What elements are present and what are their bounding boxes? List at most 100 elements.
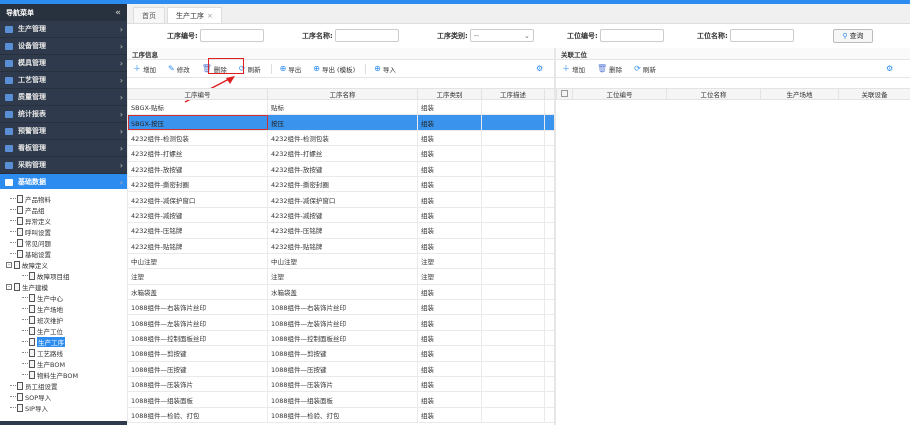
export-button[interactable]: ⊕ 导出 <box>278 62 304 76</box>
column-header[interactable]: 工序描述 <box>481 88 545 100</box>
tree-node-label: 故障项目组 <box>37 272 70 281</box>
table-row[interactable]: 4232组件-减保护窗口 4232组件-减保护窗口 组装 <box>127 191 555 208</box>
station-code-input[interactable] <box>599 29 664 42</box>
station-name-input[interactable] <box>729 29 794 42</box>
close-icon[interactable]: × <box>207 12 213 20</box>
column-header[interactable]: 生产场地 <box>760 88 839 100</box>
process-type-select[interactable]: -- ⌄ <box>469 29 534 42</box>
sidebar-item-2[interactable]: 模具管理 › <box>0 55 127 72</box>
add-button[interactable]: ＋增加 <box>131 62 158 76</box>
process-name-input[interactable] <box>334 29 399 42</box>
table-cell: 1088组件—压装饰片 <box>127 376 268 393</box>
station-add-button[interactable]: ＋增加 <box>560 62 587 76</box>
table-row[interactable]: 注塑 注塑 注塑 <box>127 268 555 285</box>
column-header[interactable]: 工位编号 <box>572 88 667 100</box>
tab-process[interactable]: 生产工序 × <box>167 7 222 23</box>
sidebar-item-0[interactable]: 生产管理 › <box>0 21 127 38</box>
tree-node[interactable]: 员工组设置 <box>0 380 127 391</box>
column-header[interactable]: 工序名称 <box>267 88 418 100</box>
sidebar-item-1[interactable]: 设备管理 › <box>0 38 127 55</box>
settings-gear-icon[interactable]: ⚙ <box>536 64 543 73</box>
table-cell <box>544 406 555 424</box>
tree-node[interactable]: 生产工序 <box>0 336 127 347</box>
collapse-toggle-icon[interactable]: - <box>6 283 12 290</box>
process-code-input[interactable] <box>199 29 264 42</box>
table-row[interactable]: 1088组件—检验、打包 1088组件—检验、打包 组装 <box>127 406 555 424</box>
table-row[interactable]: 4232组件-检测包装 4232组件-检测包装 组装 <box>127 129 555 147</box>
sidebar-item-5[interactable]: 统计报表 › <box>0 106 127 123</box>
sidebar-item-6[interactable]: 预警管理 › <box>0 123 127 140</box>
table-row[interactable]: SBGX-贴标 贴标 组装 <box>127 98 555 116</box>
tree-node[interactable]: 生产中心 <box>0 292 127 303</box>
tree-node[interactable]: 故障项目组 <box>0 270 127 281</box>
table-cell <box>481 252 545 270</box>
column-header[interactable]: 工序类别 <box>417 88 482 100</box>
sidebar-item-7[interactable]: 看板管理 › <box>0 140 127 157</box>
tree-node[interactable]: 生产场地 <box>0 303 127 314</box>
query-button[interactable]: ⚲ 查询 <box>833 29 873 43</box>
settings-gear-icon[interactable]: ⚙ <box>886 64 893 73</box>
button-label: 增加 <box>143 65 156 74</box>
table-row[interactable]: 中山注塑 中山注塑 注塑 <box>127 252 555 270</box>
sidebar-item-8[interactable]: 采购管理 › <box>0 157 127 174</box>
panel-divider[interactable] <box>554 48 556 425</box>
tree-line <box>22 341 28 342</box>
tree-node[interactable]: 呼叫设置 <box>0 226 127 237</box>
tree-node[interactable]: 异常定义 <box>0 215 127 226</box>
table-row[interactable]: 4232组件-贴铭牌 4232组件-贴铭牌 组装 <box>127 237 555 254</box>
table-row[interactable]: 4232组件-打螺丝 4232组件-打螺丝 组装 <box>127 145 555 162</box>
table-row[interactable]: 水箱袋盖 水箱袋盖 组装 <box>127 283 555 301</box>
tree-node[interactable]: SIP导入 <box>0 402 127 413</box>
tree-node[interactable]: 物料生产BOM <box>0 369 127 380</box>
tree-line <box>22 330 28 331</box>
table-row[interactable]: 4232组件-放按键 4232组件-放按键 组装 <box>127 160 555 177</box>
sidebar-item-3[interactable]: 工艺管理 › <box>0 72 127 89</box>
import-button[interactable]: ⊕ 导入 <box>372 62 398 76</box>
export-template-button[interactable]: ⊕ 导出 (模板) <box>311 62 357 76</box>
table-row[interactable]: 4232组件-压铭牌 4232组件-压铭牌 组装 <box>127 222 555 239</box>
tree-node[interactable]: 基础设置 <box>0 248 127 259</box>
tree-node[interactable]: 产品组 <box>0 204 127 215</box>
table-row[interactable]: 1088组件—压装饰片 1088组件—压装饰片 组装 <box>127 376 555 393</box>
sidebar-item-label: 生产管理 <box>18 25 46 33</box>
station-refresh-button[interactable]: ⟳ 刷新 <box>632 62 658 76</box>
tree-node[interactable]: 生产BOM <box>0 358 127 369</box>
collapse-toggle-icon[interactable]: - <box>6 261 12 268</box>
checkbox-icon[interactable] <box>561 89 568 97</box>
table-cell: 水箱袋盖 <box>267 283 418 301</box>
tree-node[interactable]: 工艺路线 <box>0 347 127 358</box>
table-row[interactable]: 1088组件—剪按键 1088组件—剪按键 组装 <box>127 345 555 362</box>
field-label: 工位名称: <box>697 31 728 40</box>
chart-icon <box>5 127 13 135</box>
tab-home[interactable]: 首页 <box>133 7 165 23</box>
tree-node[interactable]: SOP导入 <box>0 391 127 402</box>
tree-node[interactable]: - 生产建模 <box>0 281 127 292</box>
collapse-icon[interactable]: « <box>115 8 121 18</box>
column-header[interactable]: 工序编号 <box>127 88 268 100</box>
table-row[interactable]: 1088组件—左装饰片丝印 1088组件—左装饰片丝印 组装 <box>127 314 555 331</box>
tree-node[interactable]: 常见问题 <box>0 237 127 248</box>
tree-node[interactable]: 产品物料 <box>0 193 127 204</box>
station-delete-button[interactable]: 🗑 删除 <box>595 62 624 76</box>
tree-node[interactable]: 班次维护 <box>0 314 127 325</box>
sidebar-item-4[interactable]: 质量管理 › <box>0 89 127 106</box>
table-cell: 1088组件—控制面板丝印 <box>127 329 268 347</box>
table-row[interactable]: 4232组件-减按键 4232组件-减按键 组装 <box>127 206 555 224</box>
delete-highlight-box <box>208 58 244 74</box>
table-row[interactable]: 1088组件—右装饰片丝印 1088组件—右装饰片丝印 组装 <box>127 299 555 316</box>
table-row[interactable]: SBGX-按压 按压 组装 <box>127 114 555 131</box>
chevron-right-icon: › <box>119 75 123 85</box>
table-row[interactable]: 1088组件—压按键 1088组件—压按键 组装 <box>127 360 555 378</box>
select-all-checkbox[interactable] <box>556 88 573 100</box>
table-cell: 1088组件—右装饰片丝印 <box>267 299 418 316</box>
table-row[interactable]: 4232组件-撕密封圈 4232组件-撕密封圈 组装 <box>127 175 555 193</box>
table-row[interactable]: 1088组件—组装面板 1088组件—组装面板 组装 <box>127 391 555 408</box>
tree-node[interactable]: 生产工位 <box>0 325 127 336</box>
column-header[interactable]: 关联设备 <box>838 88 910 100</box>
tree-node[interactable]: - 故障定义 <box>0 259 127 270</box>
button-label: 修改 <box>176 65 190 74</box>
column-header[interactable]: 工位名称 <box>666 88 761 100</box>
table-row[interactable]: 1088组件—控制面板丝印 1088组件—控制面板丝印 组装 <box>127 329 555 347</box>
tree-line <box>10 253 16 254</box>
table-icon <box>5 59 13 67</box>
